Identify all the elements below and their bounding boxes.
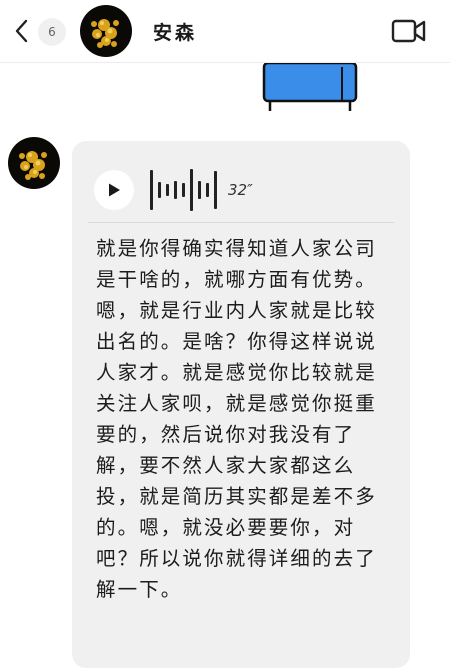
video-call-icon xyxy=(391,19,426,43)
divider xyxy=(88,222,394,223)
voice-transcript: 就是你得确实得知道人家公司是干啥的，就哪方面有优势。嗯，就是行业内人家就是比较出… xyxy=(96,237,377,601)
previous-image-message[interactable] xyxy=(262,63,358,111)
voice-waveform xyxy=(150,168,222,212)
contact-name: 安森 xyxy=(153,22,198,44)
back-button[interactable]: 6 xyxy=(12,16,68,46)
chat-header: 6 安森 xyxy=(0,0,450,63)
play-icon xyxy=(109,183,120,197)
play-button[interactable] xyxy=(94,170,134,210)
unread-count-badge: 6 xyxy=(38,18,66,46)
contact-avatar[interactable] xyxy=(80,5,132,57)
chevron-left-icon xyxy=(15,19,28,43)
voice-message-bubble[interactable]: 32″ 就是你得确实得知道人家公司是干啥的，就哪方面有优势。嗯，就是行业内人家就… xyxy=(72,141,410,668)
sender-avatar[interactable] xyxy=(8,137,60,189)
video-call-button[interactable] xyxy=(390,17,428,45)
voice-player[interactable]: 32″ xyxy=(88,155,394,225)
voice-duration: 32″ xyxy=(228,181,253,199)
